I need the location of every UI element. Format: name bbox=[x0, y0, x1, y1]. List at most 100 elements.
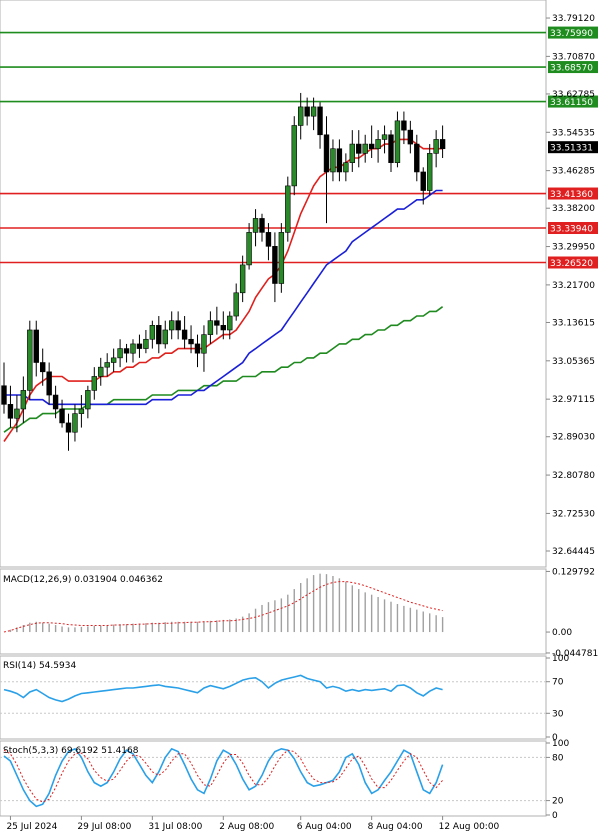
candle-body bbox=[7, 404, 14, 419]
x-tick-label: 12 Aug 00:00 bbox=[439, 822, 500, 831]
x-tick-label: 29 Jul 08:00 bbox=[77, 822, 131, 831]
macd-tick-label: 0.00 bbox=[552, 628, 572, 638]
candle-body bbox=[175, 320, 181, 331]
rsi-tick-label: 30 bbox=[552, 709, 564, 719]
candle-body bbox=[291, 125, 297, 187]
candle-body bbox=[201, 334, 207, 354]
price-tick-label: 33.62785 bbox=[552, 90, 595, 100]
stoch-label: Stoch(5,3,3) 69.6192 51.4168 bbox=[3, 746, 139, 756]
candle-body bbox=[394, 120, 401, 163]
candle-body bbox=[85, 390, 91, 410]
stoch-tick-label: 100 bbox=[552, 739, 569, 749]
candle-body bbox=[1, 385, 7, 405]
candle-body bbox=[414, 143, 420, 173]
candle-body bbox=[33, 329, 39, 363]
candle-body bbox=[239, 264, 246, 294]
macd-tick-label: 0.129792 bbox=[552, 567, 595, 577]
candle-body bbox=[278, 232, 285, 284]
price-tick-label: 33.38200 bbox=[552, 204, 595, 214]
candle-body bbox=[233, 292, 239, 317]
candle-body bbox=[149, 325, 156, 340]
candle-body bbox=[220, 325, 226, 331]
stoch-tick-label: 80 bbox=[552, 753, 564, 763]
chart-canvas: 33.7599033.6857033.6115033.4136033.33940… bbox=[0, 0, 600, 832]
candle-body bbox=[368, 143, 375, 150]
x-tick-label: 8 Aug 04:00 bbox=[368, 822, 423, 831]
price-tick-label: 33.29950 bbox=[552, 243, 595, 253]
level-label: 33.68570 bbox=[550, 64, 593, 74]
price-tick-label: 33.70870 bbox=[552, 52, 595, 62]
rsi-label: RSI(14) 54.5934 bbox=[3, 661, 76, 671]
candle-body bbox=[407, 129, 414, 145]
price-tick-label: 33.13615 bbox=[552, 318, 595, 328]
price-tick-label: 32.64445 bbox=[552, 547, 595, 557]
candle-body bbox=[265, 232, 272, 247]
candle-body bbox=[72, 413, 78, 433]
last-price-label: 33.51331 bbox=[550, 144, 593, 154]
price-tick-label: 32.80780 bbox=[552, 471, 595, 481]
price-tick-label: 33.21700 bbox=[552, 281, 595, 291]
candle-body bbox=[388, 134, 394, 163]
candle-body bbox=[162, 329, 168, 345]
rsi-tick-label: 100 bbox=[552, 654, 569, 664]
candle-body bbox=[330, 148, 336, 173]
candle-body bbox=[39, 362, 46, 373]
candle-body bbox=[349, 143, 355, 163]
candle-body bbox=[362, 143, 368, 154]
candle-body bbox=[91, 376, 98, 391]
level-label: 33.26520 bbox=[550, 259, 593, 269]
stoch-tick-label: 0 bbox=[552, 811, 558, 821]
price-tick-label: 32.97115 bbox=[552, 395, 595, 405]
x-tick-label: 31 Jul 08:00 bbox=[148, 822, 202, 831]
candle-body bbox=[136, 343, 143, 349]
candle-body bbox=[27, 329, 33, 391]
candle-body bbox=[52, 394, 59, 410]
candle-body bbox=[181, 329, 188, 340]
chart-window: 33.75990 33.68570 33.61150 33.41360 33.33940… bbox=[0, 0, 600, 832]
candle-body bbox=[110, 357, 117, 363]
candle-body bbox=[104, 362, 110, 368]
candle-body bbox=[433, 139, 439, 154]
candle-body bbox=[356, 143, 362, 154]
candle-body bbox=[98, 366, 104, 377]
candle-body bbox=[317, 106, 323, 136]
candle-body bbox=[343, 162, 349, 173]
x-tick-label: 6 Aug 04:00 bbox=[297, 822, 352, 831]
price-tick-label: 33.05365 bbox=[552, 357, 595, 367]
candle-body bbox=[259, 218, 265, 233]
candle-body bbox=[246, 232, 252, 266]
candle-body bbox=[156, 325, 162, 345]
candle-body bbox=[188, 338, 194, 345]
candle-body bbox=[227, 315, 233, 331]
candle-body bbox=[143, 338, 149, 349]
price-tick-label: 32.72530 bbox=[552, 509, 595, 519]
candle-body bbox=[310, 106, 317, 117]
price-tick-label: 32.89030 bbox=[552, 433, 595, 443]
price-tick-label: 33.79120 bbox=[552, 14, 595, 24]
candle-body bbox=[375, 139, 381, 150]
x-tick-label: 2 Aug 08:00 bbox=[219, 822, 274, 831]
level-label: 33.75990 bbox=[550, 29, 593, 39]
candle-body bbox=[207, 320, 214, 335]
candle-body bbox=[252, 218, 259, 233]
candle-body bbox=[381, 134, 388, 140]
macd-label: MACD(12,26,9) 0.031904 0.046362 bbox=[3, 575, 163, 585]
price-tick-label: 33.54535 bbox=[552, 128, 595, 138]
candle-body bbox=[59, 408, 65, 424]
candle-body bbox=[194, 343, 201, 354]
candle-body bbox=[169, 320, 175, 331]
candle-body bbox=[14, 408, 20, 419]
candle-body bbox=[336, 148, 343, 173]
price-tick-label: 33.46285 bbox=[552, 167, 595, 177]
candle-body bbox=[420, 171, 426, 191]
stoch-tick-label: 20 bbox=[552, 797, 564, 807]
candle-body bbox=[78, 408, 85, 414]
candle-body bbox=[297, 106, 304, 126]
candle-body bbox=[272, 246, 278, 284]
candle-body bbox=[123, 348, 130, 354]
candle-body bbox=[214, 320, 220, 326]
level-label: 33.41360 bbox=[550, 190, 593, 200]
candle-body bbox=[65, 422, 72, 433]
candle-body bbox=[304, 106, 310, 117]
candle-body bbox=[426, 153, 433, 191]
